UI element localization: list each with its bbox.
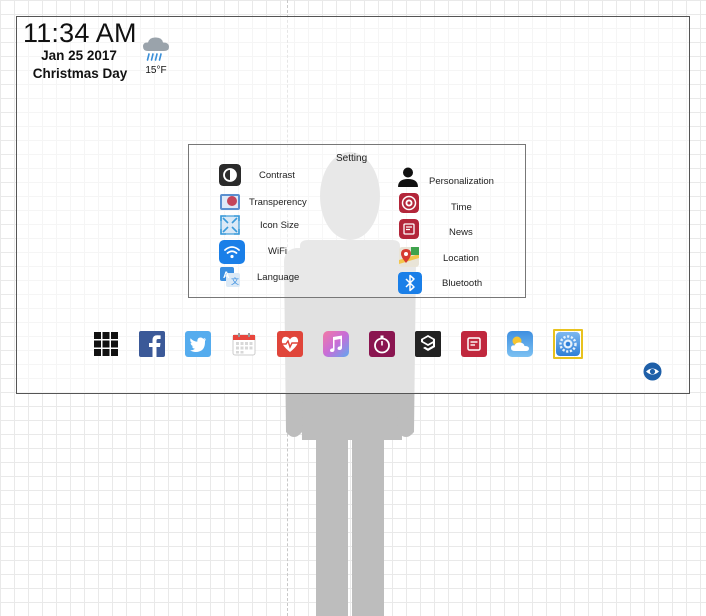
dock-app-9gag[interactable] <box>415 331 441 357</box>
dock-app-twitter[interactable] <box>185 331 211 357</box>
holiday-label: Christmas Day <box>32 66 128 81</box>
svg-text:A: A <box>223 270 230 280</box>
icon-size-icon <box>220 215 240 235</box>
dock-app-facebook[interactable] <box>139 331 165 357</box>
contrast-icon <box>219 164 241 186</box>
setting-label: Icon Size <box>260 220 300 231</box>
setting-label: Bluetooth <box>442 278 483 289</box>
twitter-icon <box>185 331 211 357</box>
dock-app-health[interactable] <box>277 331 303 357</box>
news-icon <box>461 331 487 357</box>
setting-label: Location <box>443 253 479 264</box>
news-icon <box>399 219 419 239</box>
map-pin-icon <box>399 247 419 267</box>
language-icon: A 文 <box>220 267 240 287</box>
person-icon <box>398 167 418 187</box>
facebook-icon <box>139 331 165 357</box>
setting-label: Language <box>257 272 300 283</box>
svg-text:文: 文 <box>231 276 239 286</box>
settings-title: Setting <box>336 153 368 164</box>
bluetooth-icon <box>398 272 422 294</box>
date-label: Jan 25 2017 <box>41 48 117 63</box>
dock-app-timer[interactable] <box>369 331 395 357</box>
setting-label: Contrast <box>259 170 295 181</box>
setting-label: WiFi <box>268 246 287 257</box>
temperature-label: 15°F <box>145 65 167 76</box>
dock-app-news[interactable] <box>461 331 487 357</box>
dock-app-settings[interactable] <box>553 329 583 359</box>
eye-icon[interactable] <box>643 362 662 381</box>
grid-icon <box>94 332 118 356</box>
weather-icon <box>507 331 533 357</box>
calendar-icon <box>232 333 256 356</box>
settings-gear-icon <box>556 332 580 356</box>
clock-time: 11:34 AM <box>23 18 137 48</box>
dock-app-weather[interactable] <box>507 331 533 357</box>
setting-label: News <box>449 227 473 238</box>
rain-cloud-icon <box>143 37 169 61</box>
time-icon <box>399 193 419 213</box>
9gag-icon <box>415 331 441 357</box>
stopwatch-icon <box>369 331 395 357</box>
setting-label: Time <box>451 202 472 213</box>
dock-app-music[interactable] <box>323 331 349 357</box>
setting-label: Transperency <box>249 197 307 208</box>
dock-app-grid[interactable] <box>93 331 119 357</box>
dock-app-calendar[interactable] <box>231 331 257 357</box>
wifi-icon <box>219 240 245 264</box>
transparency-icon <box>220 194 240 210</box>
music-note-icon <box>323 331 349 357</box>
setting-label: Personalization <box>429 176 494 187</box>
heart-pulse-icon <box>277 331 303 357</box>
